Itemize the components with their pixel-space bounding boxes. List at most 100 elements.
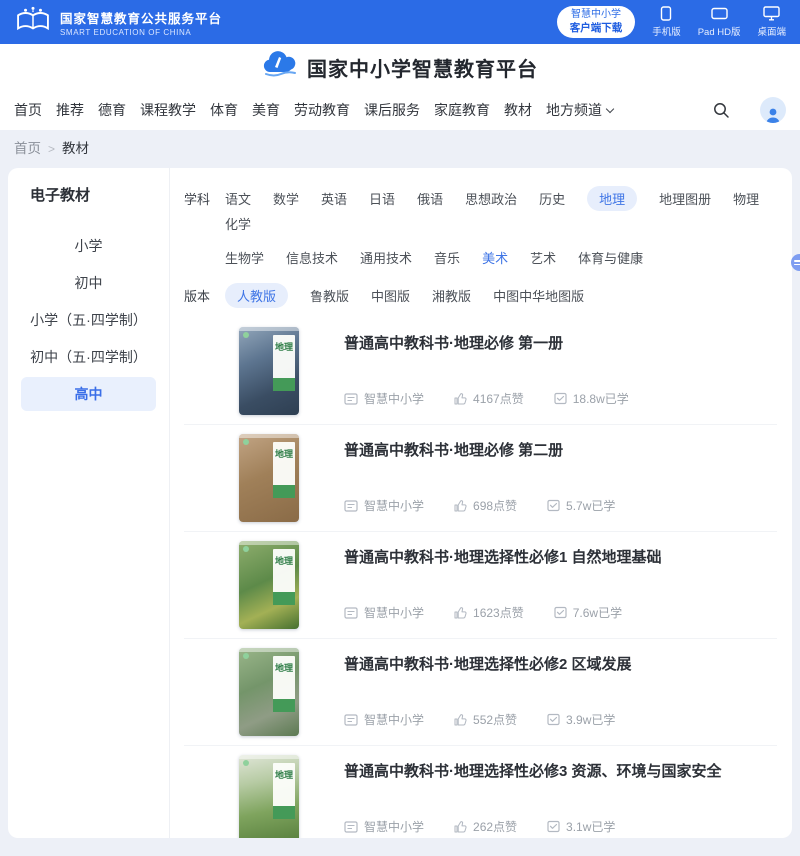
subject-tag-japanese[interactable]: 日语 [369, 186, 395, 211]
book-cover[interactable]: 地理 [239, 648, 299, 736]
nav-item-recommend[interactable]: 推荐 [56, 100, 84, 120]
nav-item-labor-education[interactable]: 劳动教育 [294, 100, 350, 120]
client-download-button[interactable]: 智慧中小学 客户端下载 [557, 6, 636, 38]
book-info: 普通高中教科书·地理必修 第二册 智慧中小学 698点赞 [344, 434, 777, 522]
subject-tag-russian[interactable]: 俄语 [417, 186, 443, 211]
version-tag-zhongtu-zhonghua-map[interactable]: 中图中华地图版 [493, 283, 584, 308]
mobile-version-link[interactable]: 手机版 [652, 6, 681, 38]
book-cover[interactable]: 地理 [239, 755, 299, 838]
open-book-logo-icon [14, 6, 52, 39]
nav-item-local-channel[interactable]: 地方频道 [546, 100, 613, 120]
nav-item-family-education[interactable]: 家庭教育 [434, 100, 490, 120]
subject-tag-history[interactable]: 历史 [539, 186, 565, 211]
version-tag-renjiao-selected[interactable]: 人教版 [225, 283, 288, 308]
person-icon [764, 107, 782, 123]
publisher-name: 智慧中小学 [364, 711, 424, 728]
book-title[interactable]: 普通高中教科书·地理必修 第一册 [344, 332, 777, 353]
book-meta: 智慧中小学 552点赞 3.9w已学 [344, 711, 777, 728]
topbar: 国家智慧教育公共服务平台 SMART EDUCATION OF CHINA 智慧… [0, 0, 800, 44]
publisher-logo-dot [243, 760, 249, 766]
book-cover[interactable]: 地理 [239, 327, 299, 415]
publisher-name: 智慧中小学 [364, 497, 424, 514]
book-row[interactable]: 地理 普通高中教科书·地理选择性必修2 区域发展 智慧中小学 [184, 639, 777, 746]
subject-filter-row: 学科 语文 数学 英语 日语 俄语 思想政治 历史 地理 地理图册 物理 化学 [184, 186, 777, 236]
book-title[interactable]: 普通高中教科书·地理选择性必修1 自然地理基础 [344, 546, 777, 567]
learned-icon [547, 713, 560, 726]
menu-line [794, 260, 800, 262]
user-avatar[interactable] [760, 97, 786, 123]
book-row[interactable]: 地理 普通高中教科书·地理必修 第二册 智慧中小学 [184, 425, 777, 532]
search-button[interactable] [712, 101, 730, 119]
pad-hd-version-link[interactable]: Pad HD版 [698, 6, 741, 38]
cover-subject-label: 地理 [275, 768, 293, 781]
thumbs-up-icon [454, 606, 467, 619]
site-title[interactable]: 国家中小学智慧教育平台 [307, 53, 538, 82]
sidebar-item-junior-54[interactable]: 初中（五·四学制） [21, 340, 156, 374]
learned-count: 18.8w已学 [573, 390, 629, 407]
likes-meta: 698点赞 [454, 497, 517, 514]
book-row[interactable]: 地理 普通高中教科书·地理必修 第一册 智慧中小学 [184, 318, 777, 425]
book-row[interactable]: 地理 普通高中教科书·地理选择性必修3 资源、环境与国家安全 智慧中小学 [184, 746, 777, 838]
nav-item-aesthetic-education[interactable]: 美育 [252, 100, 280, 120]
breadcrumb-current: 教材 [62, 138, 89, 160]
breadcrumb: 首页 > 教材 [14, 138, 800, 160]
site-header: 国家中小学智慧教育平台 [0, 44, 800, 90]
learned-meta: 3.9w已学 [547, 711, 615, 728]
version-tag-zhongtu[interactable]: 中图版 [371, 283, 410, 308]
subject-tag-chemistry[interactable]: 化学 [225, 211, 251, 236]
subject-tag-geography-selected[interactable]: 地理 [587, 186, 637, 211]
likes-count: 698点赞 [473, 497, 517, 514]
subject-tag-physics[interactable]: 物理 [733, 186, 759, 211]
likes-meta: 1623点赞 [454, 604, 524, 621]
book-row[interactable]: 地理 普通高中教科书·地理选择性必修1 自然地理基础 智慧中小学 [184, 532, 777, 639]
cover-green-band [273, 699, 295, 712]
nav-item-moral-education[interactable]: 德育 [98, 100, 126, 120]
sidebar-item-senior-high[interactable]: 高中 [21, 377, 156, 411]
nav-item-textbooks[interactable]: 教材 [504, 100, 532, 120]
version-filter-row: 版本 人教版 鲁教版 中图版 湘教版 中图中华地图版 [184, 283, 777, 308]
version-tag-lujiao[interactable]: 鲁教版 [310, 283, 349, 308]
cover-title-strip: 地理 [273, 763, 295, 819]
learned-count: 7.6w已学 [573, 604, 622, 621]
book-info: 普通高中教科书·地理选择性必修2 区域发展 智慧中小学 552点赞 [344, 648, 777, 736]
subject-filter-label: 学科 [184, 186, 211, 211]
breadcrumb-home-link[interactable]: 首页 [14, 138, 41, 160]
search-icon [712, 101, 730, 119]
subject-tag-politics[interactable]: 思想政治 [465, 186, 517, 211]
subject-tag-geography-atlas[interactable]: 地理图册 [659, 186, 711, 211]
thumbs-up-icon [454, 392, 467, 405]
nav-item-physical-education[interactable]: 体育 [210, 100, 238, 120]
subject-tag-arts[interactable]: 艺术 [530, 245, 556, 270]
book-cover[interactable]: 地理 [239, 541, 299, 629]
book-cover[interactable]: 地理 [239, 434, 299, 522]
subject-tag-english[interactable]: 英语 [321, 186, 347, 211]
cover-subject-label: 地理 [275, 447, 293, 460]
nav-item-afterschool-service[interactable]: 课后服务 [364, 100, 420, 120]
subject-tag-it[interactable]: 信息技术 [286, 245, 338, 270]
book-title[interactable]: 普通高中教科书·地理选择性必修3 资源、环境与国家安全 [344, 760, 777, 781]
learned-count: 5.7w已学 [566, 497, 615, 514]
book-info: 普通高中教科书·地理选择性必修3 资源、环境与国家安全 智慧中小学 262点赞 [344, 755, 777, 838]
likes-count: 262点赞 [473, 818, 517, 835]
sidebar-item-primary-school[interactable]: 小学 [21, 229, 156, 263]
book-title[interactable]: 普通高中教科书·地理必修 第二册 [344, 439, 777, 460]
desktop-version-link[interactable]: 桌面端 [757, 6, 786, 38]
sidebar-item-primary-54[interactable]: 小学（五·四学制） [21, 303, 156, 337]
download-line1: 智慧中小学 [571, 9, 621, 22]
sidebar-item-junior-high[interactable]: 初中 [21, 266, 156, 300]
subject-tag-general-tech[interactable]: 通用技术 [360, 245, 412, 270]
version-tag-xiangjiao[interactable]: 湘教版 [432, 283, 471, 308]
menu-line [794, 264, 800, 266]
nav-item-curriculum-teaching[interactable]: 课程教学 [140, 100, 196, 120]
platform-logo[interactable]: 国家智慧教育公共服务平台 SMART EDUCATION OF CHINA [14, 6, 222, 39]
subject-filter-row-2: 生物学 信息技术 通用技术 音乐 美术 艺术 体育与健康 [225, 245, 777, 270]
subject-tag-art-highlighted[interactable]: 美术 [482, 245, 508, 270]
subject-tag-biology[interactable]: 生物学 [225, 245, 264, 270]
subject-tag-chinese[interactable]: 语文 [225, 186, 251, 211]
subject-tag-pe-health[interactable]: 体育与健康 [578, 245, 643, 270]
book-title[interactable]: 普通高中教科书·地理选择性必修2 区域发展 [344, 653, 777, 674]
subject-tag-math[interactable]: 数学 [273, 186, 299, 211]
subject-tag-music[interactable]: 音乐 [434, 245, 460, 270]
publisher-meta: 智慧中小学 [344, 497, 424, 514]
nav-item-home[interactable]: 首页 [14, 100, 42, 120]
